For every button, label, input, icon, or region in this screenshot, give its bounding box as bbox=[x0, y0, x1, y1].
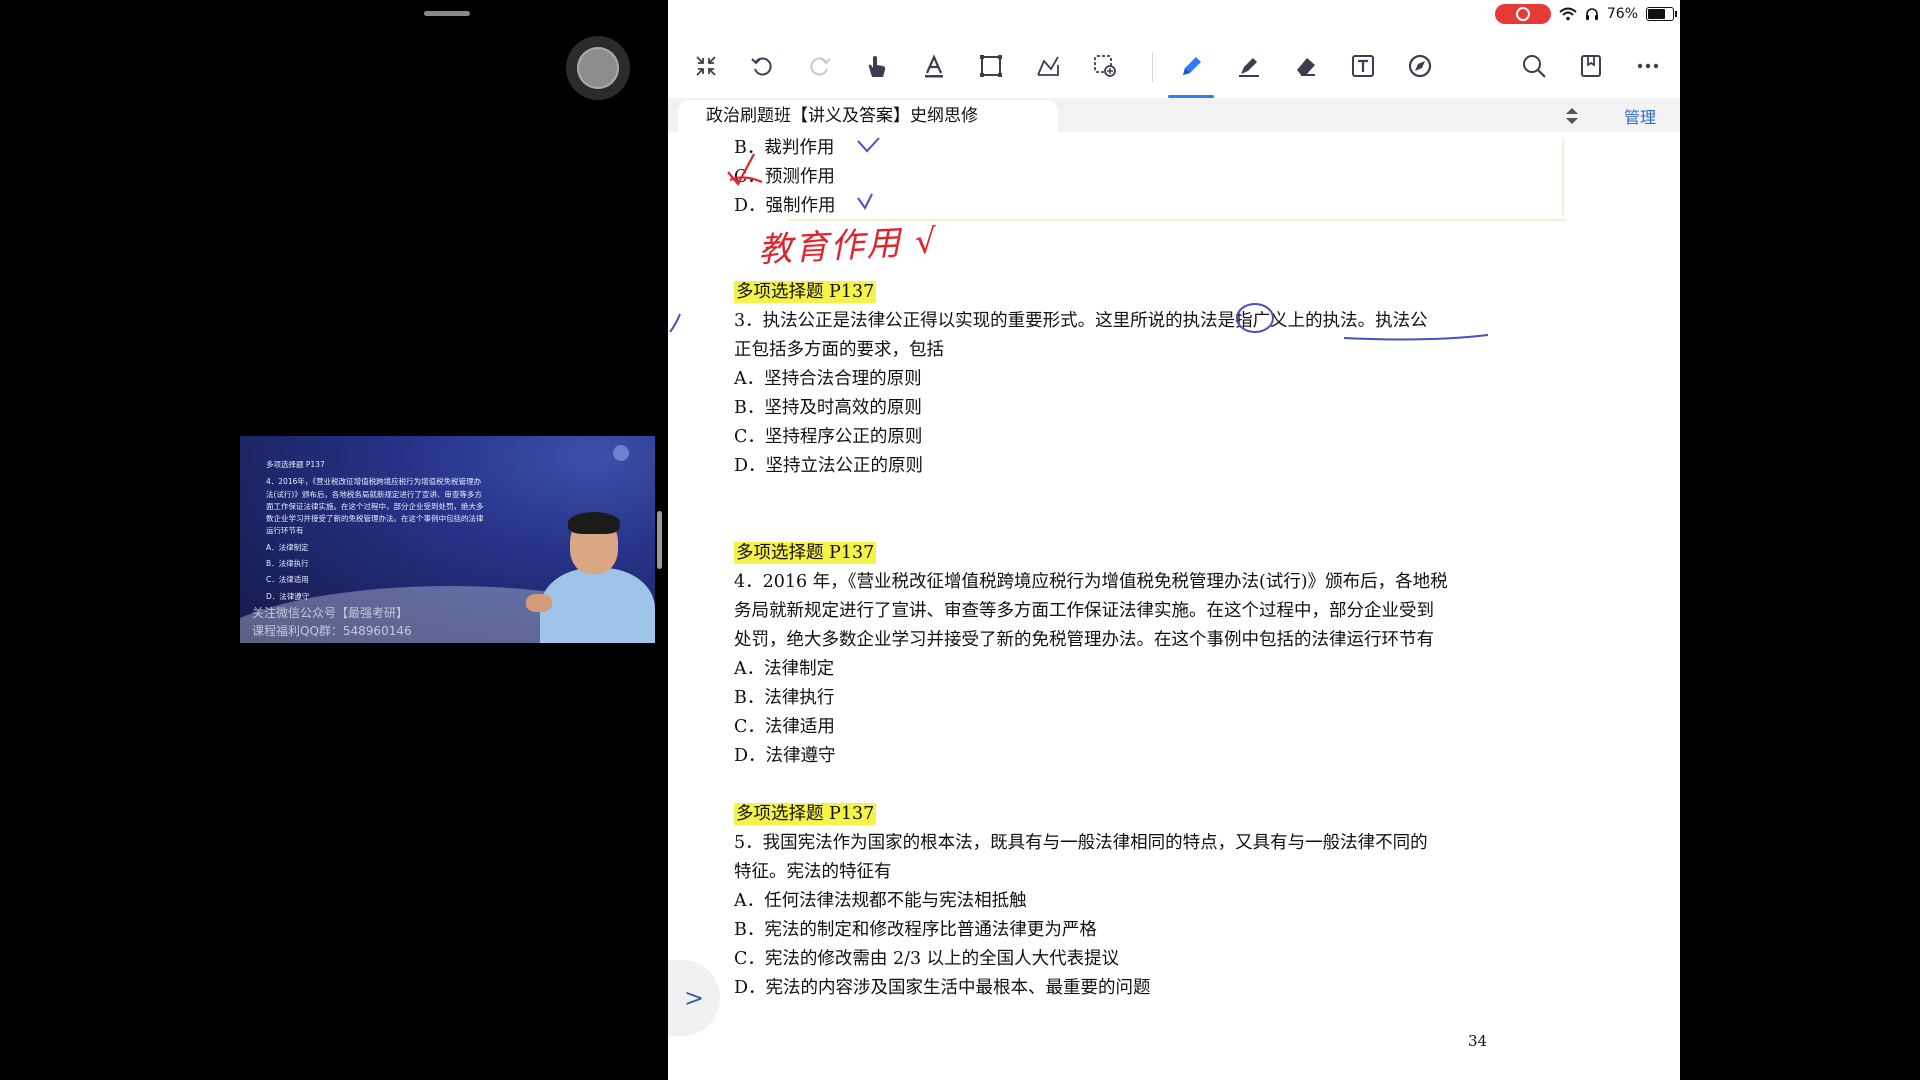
slide-line: C．法律适用 bbox=[266, 575, 309, 585]
page-number: 34 bbox=[1468, 1032, 1488, 1050]
option-d: D．坚持立法公正的原则 bbox=[734, 456, 924, 476]
chevron-right-icon: > bbox=[683, 984, 705, 1012]
status-bar: 76% bbox=[1494, 4, 1677, 24]
wifi-icon bbox=[1559, 7, 1577, 21]
side-panel-toggle[interactable]: > bbox=[668, 960, 720, 1036]
slide-line: 多项选择题 P137 bbox=[266, 460, 325, 469]
watermark-wechat: 关注微信公众号【最强考研】 bbox=[252, 606, 409, 620]
question-stem: 正包括多方面的要求，包括 bbox=[734, 340, 944, 360]
video-slide-text: 多项选择题 P137 4．2016年，《营业税改征增值税跨境应税行为增值税免税管… bbox=[266, 459, 526, 603]
question-stem: 4．2016 年，《营业税改征增值税跨境应税行为增值税免税管理办法(试行)》颁布… bbox=[734, 572, 1448, 592]
slide-line: 4．2016年，《营业税改征增值税跨境应税行为增值税免税管理办 bbox=[266, 477, 482, 487]
question-tag: 多项选择题 P137 bbox=[734, 542, 877, 564]
document-page: B．裁判作用 C．预测作用 D．强制作用 教育作用 √ 多项选择题 P137 3… bbox=[668, 132, 1680, 1080]
question-stem: 5．我国宪法作为国家的根本法，既具有与一般法律相同的特点，又具有与一般法律不同的 bbox=[734, 833, 1428, 853]
ink-margin-mark bbox=[669, 313, 681, 333]
battery-icon bbox=[1646, 7, 1677, 21]
sort-icon[interactable] bbox=[1564, 106, 1580, 126]
ink-underline bbox=[1343, 334, 1489, 341]
video-overlay[interactable]: 多项选择题 P137 4．2016年，《营业税改征增值税跨境应税行为增值税免税管… bbox=[240, 436, 655, 643]
undo-icon[interactable] bbox=[744, 48, 780, 84]
shape-icon[interactable] bbox=[1030, 48, 1066, 84]
collapse-icon[interactable] bbox=[688, 48, 724, 84]
question-stem: 处罚，绝大多数企业学习并接受了新的免税管理办法。在这个事例中包括的法律运行环节有 bbox=[734, 630, 1434, 650]
slide-line: A．法律制定 bbox=[266, 542, 309, 552]
ink-dotted-box bbox=[788, 138, 1566, 221]
assistive-touch-button[interactable] bbox=[566, 36, 630, 100]
handwritten-note: 教育作用 √ bbox=[757, 221, 940, 271]
option-a: A．任何法律法规都不能与宪法相抵触 bbox=[734, 891, 1027, 911]
split-view-handle[interactable] bbox=[657, 511, 662, 569]
option-d: D．强制作用 bbox=[734, 196, 836, 216]
slide-line: B．法律执行 bbox=[266, 559, 309, 569]
option-c: C．法律适用 bbox=[734, 717, 835, 737]
battery-percentage: 76% bbox=[1606, 6, 1638, 22]
question-tag: 多项选择题 P137 bbox=[734, 803, 877, 825]
option-a: A．坚持合法合理的原则 bbox=[734, 369, 922, 389]
slide-line: D．法律遵守 bbox=[266, 591, 310, 601]
screen-record-indicator[interactable] bbox=[1494, 4, 1551, 24]
home-indicator bbox=[424, 11, 470, 16]
crop-icon[interactable] bbox=[973, 48, 1009, 84]
option-c: C．宪法的修改需由 2/3 以上的全国人大代表提议 bbox=[734, 949, 1120, 969]
question-stem: 3．执法公正是法律公正得以实现的重要形式。这里所说的执法是指广义上的执法。执法公 bbox=[734, 311, 1428, 331]
watermark-qq: 课程福利QQ群：548960146 bbox=[252, 624, 412, 638]
option-b: B．宪法的制定和修改程序比普通法律更为严格 bbox=[734, 920, 1097, 940]
ink-check-b bbox=[857, 137, 880, 153]
slide-line: 面工作保证法律实施。在这个过程中，部分企业受到处罚，绝大多 bbox=[266, 501, 484, 511]
textbox-icon[interactable] bbox=[1345, 48, 1381, 84]
pdf-reader-app: 76% 政治刷题班【讲义及答案】史纲思修 管理 B．裁判作用 C．预测作用 D．… bbox=[668, 0, 1680, 1080]
eraser-icon[interactable] bbox=[1288, 48, 1324, 84]
question-stem: 特征。宪法的特征有 bbox=[734, 862, 892, 882]
option-c: C．预测作用 bbox=[734, 167, 835, 187]
manage-button[interactable]: 管理 bbox=[1624, 104, 1656, 128]
pen-icon[interactable] bbox=[1168, 48, 1214, 98]
video-light-decoration bbox=[613, 445, 629, 461]
document-tab[interactable]: 政治刷题班【讲义及答案】史纲思修 bbox=[678, 100, 1058, 132]
annotation-toolbar bbox=[668, 40, 1680, 98]
redo-icon[interactable] bbox=[802, 48, 838, 84]
option-d: D．法律遵守 bbox=[734, 746, 836, 766]
option-a: A．法律制定 bbox=[734, 659, 835, 679]
presenter-figure bbox=[526, 512, 655, 643]
option-d: D．宪法的内容涉及国家生活中最根本、最重要的问题 bbox=[734, 978, 1151, 998]
hand-icon[interactable] bbox=[859, 48, 895, 84]
question-stem: 务局就新规定进行了宣讲、审查等多方面工作保证法律实施。在这个过程中，部分企业受到 bbox=[734, 601, 1434, 621]
lasso-icon[interactable] bbox=[1087, 48, 1123, 84]
search-icon[interactable] bbox=[1516, 48, 1552, 84]
document-tab-bar: 政治刷题班【讲义及答案】史纲思修 管理 bbox=[668, 98, 1680, 132]
slide-line: 数企业学习并接受了新的免税管理办法。在这个事例中包括的法律 bbox=[266, 514, 484, 524]
ink-check-d bbox=[857, 193, 873, 210]
question-tag: 多项选择题 P137 bbox=[734, 281, 877, 303]
slide-line: 运行环节有 bbox=[266, 526, 304, 536]
toolbar-divider bbox=[1152, 52, 1153, 82]
compass-icon[interactable] bbox=[1402, 48, 1438, 84]
more-icon[interactable] bbox=[1630, 48, 1666, 84]
headphones-icon bbox=[1585, 8, 1598, 20]
highlighter-icon[interactable] bbox=[1231, 48, 1267, 84]
text-select-icon[interactable] bbox=[916, 48, 952, 84]
option-b: B．法律执行 bbox=[734, 688, 835, 708]
slide-line: 法(试行)》颁布后，各地税务局就新规定进行了宣讲、审查等多方 bbox=[266, 489, 482, 499]
option-b: B．坚持及时高效的原则 bbox=[734, 398, 922, 418]
option-b: B．裁判作用 bbox=[734, 138, 835, 158]
option-c: C．坚持程序公正的原则 bbox=[734, 427, 923, 447]
bookmark-icon[interactable] bbox=[1573, 48, 1609, 84]
